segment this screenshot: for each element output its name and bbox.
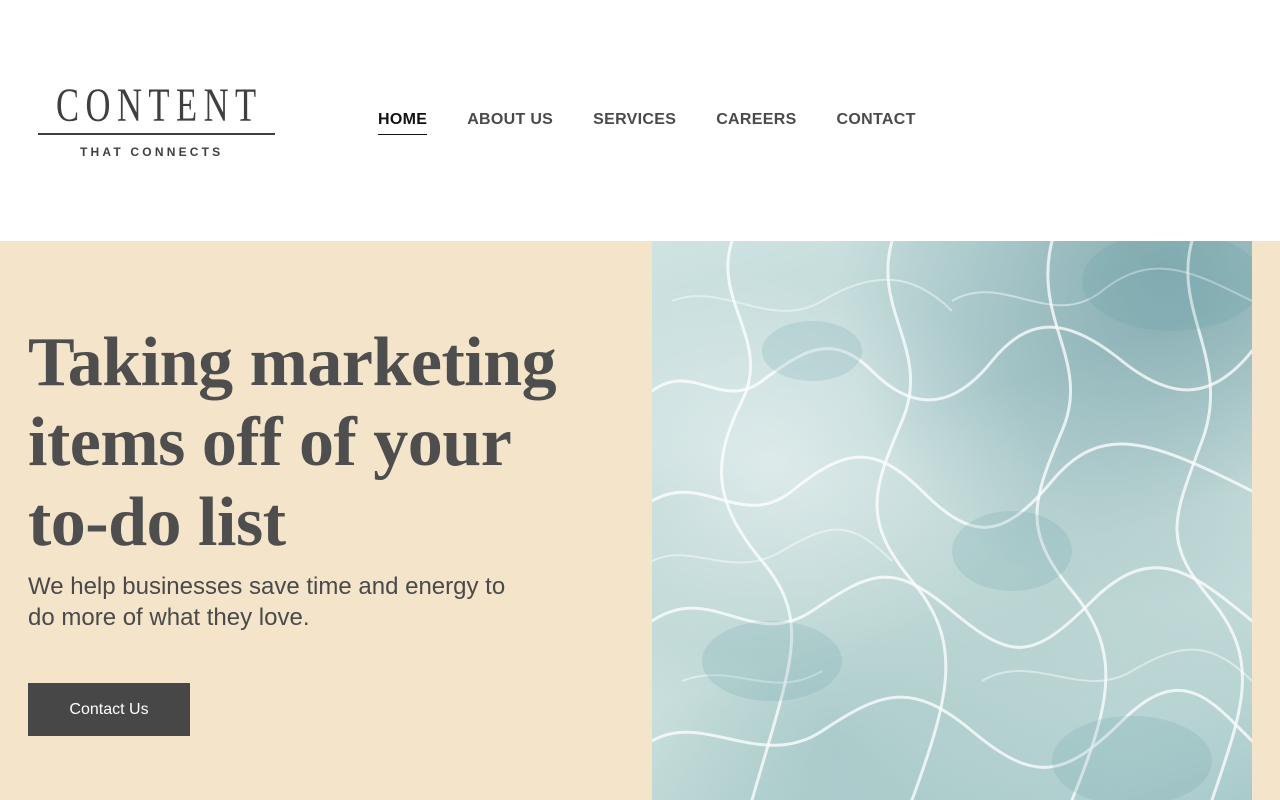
nav-item-services[interactable]: SERVICES: [593, 108, 676, 135]
water-ripple-image: [652, 241, 1252, 800]
nav-item-home[interactable]: HOME: [378, 108, 428, 135]
contact-us-button[interactable]: Contact Us: [28, 683, 190, 736]
nav-item-contact[interactable]: CONTACT: [837, 108, 916, 135]
hero-section: Taking marketing items off of your to-do…: [0, 241, 1280, 800]
main-nav: HOME ABOUT US SERVICES CAREERS CONTACT: [378, 108, 916, 135]
site-logo[interactable]: CONTENT THAT CONNECTS: [38, 82, 276, 162]
logo-tagline: THAT CONNECTS: [80, 145, 224, 159]
water-ripple-pattern: [652, 241, 1252, 800]
logo-wordmark: CONTENT: [56, 79, 263, 132]
logo-divider: [38, 133, 275, 135]
hero-title: Taking marketing items off of your to-do…: [28, 324, 557, 561]
hero-subtitle: We help businesses save time and energy …: [28, 573, 506, 631]
nav-item-careers[interactable]: CAREERS: [716, 108, 796, 135]
nav-item-about-us[interactable]: ABOUT US: [467, 108, 553, 135]
site-header: CONTENT THAT CONNECTS HOME ABOUT US SERV…: [0, 0, 1280, 241]
